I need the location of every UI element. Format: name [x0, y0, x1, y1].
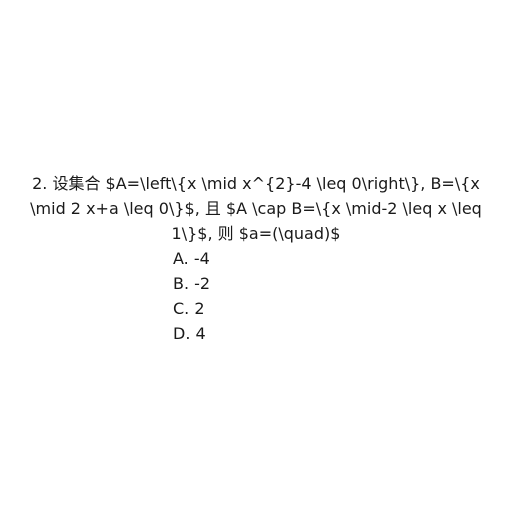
question-stem: 2. 设集合 $A=\left\{x \mid x^{2}-4 \leq 0\r…	[30, 174, 482, 243]
option-d: D. 4	[173, 324, 206, 343]
question-block: 2. 设集合 $A=\left\{x \mid x^{2}-4 \leq 0\r…	[0, 171, 512, 346]
option-list: A. -4 B. -2 C. 2 D. 4	[173, 246, 512, 346]
option-a: A. -4	[173, 249, 210, 268]
option-c: C. 2	[173, 299, 205, 318]
option-b: B. -2	[173, 274, 211, 293]
